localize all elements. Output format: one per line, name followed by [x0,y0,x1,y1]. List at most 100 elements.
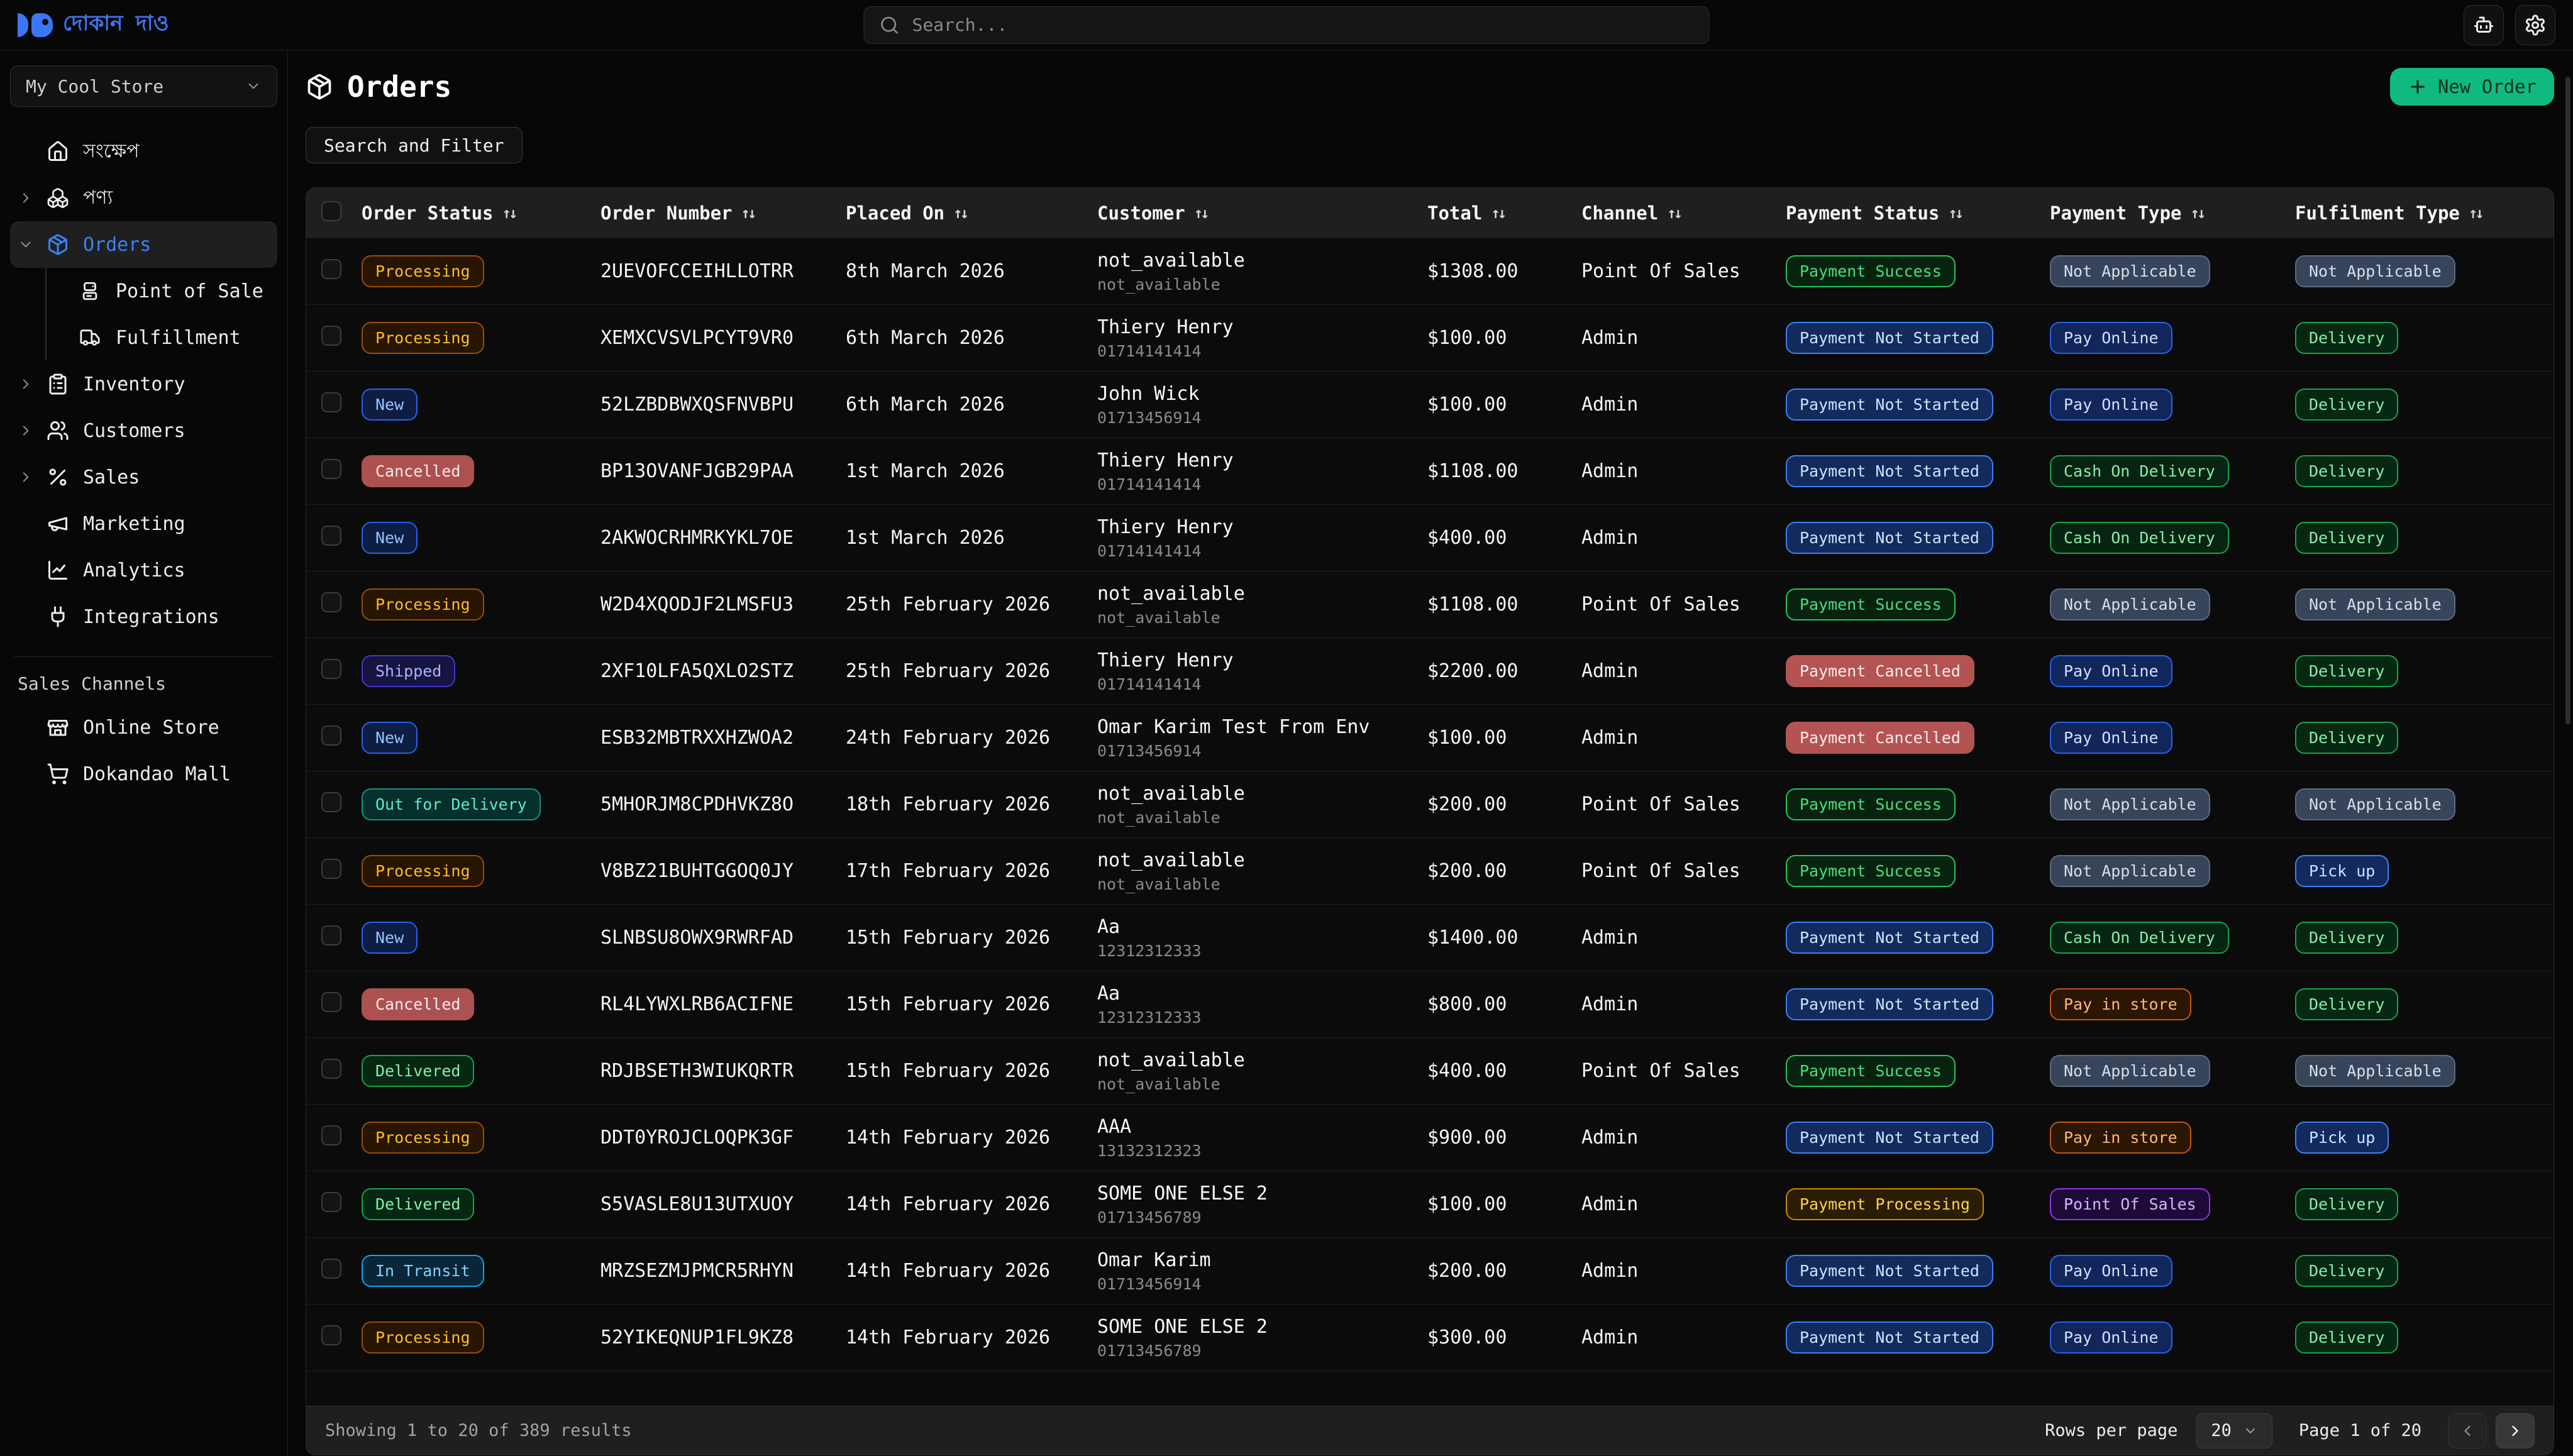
table-row[interactable]: Processing 2UEVOFCCEIHLLOTRR 8th March 2… [306,238,2554,305]
row-checkbox[interactable] [321,1259,341,1279]
row-checkbox[interactable] [321,992,341,1012]
table-row[interactable]: Out for Delivery 5MHORJM8CPDHVKZ8O 18th … [306,771,2554,838]
gear-icon [2524,14,2547,36]
customer-phone: 01714141414 [1097,542,1417,560]
sidebar-item-point-of-sale[interactable]: Point of Sale [79,268,277,314]
new-order-button[interactable]: New Order [2390,68,2554,106]
row-checkbox[interactable] [321,1125,341,1145]
sidebar-item-label: Dokandao Mall [83,763,231,785]
rows-per-page-select[interactable]: 20 [2196,1413,2272,1448]
row-checkbox[interactable] [321,1325,341,1345]
sort-icon: ↑↓ [1948,204,1961,222]
settings-button[interactable] [2515,5,2555,45]
table-row[interactable]: Cancelled BP13OVANFJGB29PAA 1st March 20… [306,438,2554,505]
table-row[interactable]: New ESB32MBTRXXHZWOA2 24th February 2026… [306,705,2554,771]
column-header-order-number[interactable]: Order Number↑↓ [595,202,841,224]
column-header-customer[interactable]: Customer↑↓ [1092,202,1422,224]
customer-phone: 01713456914 [1097,742,1417,760]
search-input[interactable] [912,14,1694,35]
fulfilment-type-badge: Delivery [2295,455,2398,487]
row-checkbox[interactable] [321,326,341,346]
sidebar-item-fulfillment[interactable]: Fulfillment [79,314,277,361]
order-channel: Point Of Sales [1576,593,1781,615]
table-row[interactable]: Processing W2D4XQODJF2LMSFU3 25th Februa… [306,571,2554,638]
table-row[interactable]: Processing DDT0YROJCLOQPK3GF 14th Februa… [306,1105,2554,1171]
sidebar-item-analytics[interactable]: Analytics [10,547,277,593]
assistant-button[interactable] [2464,5,2504,45]
column-header-fulfilment-type[interactable]: Fulfilment Type↑↓ [2290,202,2554,224]
row-checkbox[interactable] [321,725,341,746]
table-row[interactable]: Cancelled RL4LYWXLRB6ACIFNE 15th Februar… [306,971,2554,1038]
row-checkbox[interactable] [321,592,341,612]
table-row[interactable]: Delivered S5VASLE8U13UTXUOY 14th Februar… [306,1171,2554,1238]
sidebar-item-marketing[interactable]: Marketing [10,500,277,547]
order-status-badge: New [362,522,418,554]
sidebar-item-inventory[interactable]: Inventory [10,361,277,407]
column-header-channel[interactable]: Channel↑↓ [1576,202,1781,224]
row-checkbox[interactable] [321,1059,341,1079]
row-checkbox[interactable] [321,526,341,546]
table-row[interactable]: New 52LZBDBWXQSFNVBPU 6th March 2026 Joh… [306,372,2554,438]
sidebar-item-online-store[interactable]: Online Store [10,704,277,751]
row-checkbox[interactable] [321,459,341,479]
row-checkbox[interactable] [321,259,341,279]
table-row[interactable]: In Transit MRZSEZMJPMCR5RHYN 14th Februa… [306,1238,2554,1304]
previous-page-button[interactable] [2448,1413,2487,1448]
order-number: XEMXCVSVLPCYT9VR0 [595,327,841,349]
column-header-placed-on[interactable]: Placed On↑↓ [841,202,1092,224]
sidebar-item-label: সংক্ষেপ [83,136,139,168]
order-total: $200.00 [1422,793,1576,815]
users-icon [47,419,70,442]
payment-status-badge: Payment Not Started [1786,1321,1993,1354]
app-logo[interactable]: দোকান দাও [18,7,169,43]
customer-phone: 12312312333 [1097,1008,1417,1027]
column-header-payment-type[interactable]: Payment Type↑↓ [2045,202,2290,224]
order-number: RDJBSETH3WIUKQRTR [595,1060,841,1082]
table-row[interactable]: New 2AKWOCRHMRKYKL7OE 1st March 2026 Thi… [306,505,2554,571]
payment-status-badge: Payment Not Started [1786,455,1993,487]
column-header-order-status[interactable]: Order Status↑↓ [357,202,595,224]
row-checkbox[interactable] [321,392,341,412]
row-checkbox[interactable] [321,925,341,946]
scrollbar[interactable] [2565,77,2570,724]
column-header-payment-status[interactable]: Payment Status↑↓ [1781,202,2045,224]
next-page-button[interactable] [2496,1413,2535,1448]
customer-name: Aa [1097,916,1417,938]
column-header-total[interactable]: Total↑↓ [1422,202,1576,224]
row-checkbox[interactable] [321,792,341,812]
store-selector[interactable]: My Cool Store [10,65,277,107]
global-search[interactable] [864,6,1710,44]
order-number: V8BZ21BUHTGGOQ0JY [595,860,841,882]
placed-on-date: 17th February 2026 [841,860,1092,882]
home-icon [47,140,70,163]
table-row[interactable]: Delivered RDJBSETH3WIUKQRTR 15th Februar… [306,1038,2554,1105]
order-status-badge: Processing [362,255,484,287]
order-status-badge: In Transit [362,1255,484,1287]
customer-phone: 12312312333 [1097,942,1417,960]
sidebar-item-orders[interactable]: Orders [10,221,277,268]
sidebar-item-products[interactable]: পণ্য [10,175,277,221]
search-and-filter-button[interactable]: Search and Filter [306,127,523,163]
table-row[interactable]: Processing XEMXCVSVLPCYT9VR0 6th March 2… [306,305,2554,372]
row-checkbox[interactable] [321,859,341,879]
table-row[interactable]: Shipped 2XF10LFA5QXLO2STZ 25th February … [306,638,2554,705]
sort-icon: ↑↓ [1667,204,1680,222]
customer-phone: not_available [1097,609,1417,627]
row-checkbox[interactable] [321,659,341,679]
customer-phone: not_available [1097,808,1417,827]
row-checkbox[interactable] [321,1192,341,1212]
sidebar-item-customers[interactable]: Customers [10,407,277,454]
select-all-checkbox[interactable] [321,201,341,221]
package-icon [306,73,333,101]
placed-on-date: 14th February 2026 [841,1193,1092,1215]
sort-icon: ↑↓ [1194,204,1207,222]
sidebar-item-integrations[interactable]: Integrations [10,593,277,640]
sidebar-item-dokandao-mall[interactable]: Dokandao Mall [10,751,277,797]
table-row[interactable]: Processing 52YIKEQNUP1FL9KZ8 14th Februa… [306,1304,2554,1371]
sidebar-item-overview[interactable]: সংক্ষেপ [10,128,277,175]
order-status-badge: Cancelled [362,988,474,1020]
table-row[interactable]: Processing V8BZ21BUHTGGOQ0JY 17th Februa… [306,838,2554,905]
sidebar-item-label: Integrations [83,606,219,628]
table-row[interactable]: New SLNBSU8OWX9RWRFAD 15th February 2026… [306,905,2554,971]
sidebar-item-sales[interactable]: Sales [10,454,277,500]
